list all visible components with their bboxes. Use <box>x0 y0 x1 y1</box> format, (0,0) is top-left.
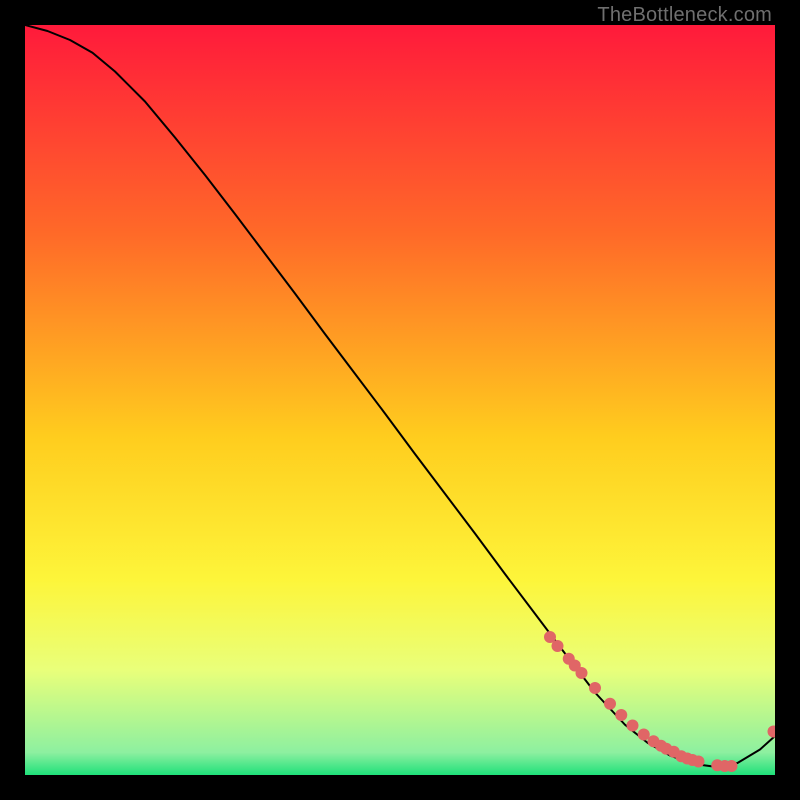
data-marker <box>576 667 588 679</box>
plot-area <box>25 25 775 775</box>
watermark-text: TheBottleneck.com <box>597 4 772 27</box>
data-marker <box>552 640 564 652</box>
data-marker <box>726 760 738 772</box>
data-marker <box>589 682 601 694</box>
chart-svg <box>25 25 775 775</box>
data-marker <box>638 729 650 741</box>
gradient-background <box>25 25 775 775</box>
chart-root: TheBottleneck.com <box>0 0 800 800</box>
data-marker <box>615 709 627 721</box>
data-marker <box>693 756 705 768</box>
data-marker <box>604 698 616 710</box>
data-marker <box>627 720 639 732</box>
